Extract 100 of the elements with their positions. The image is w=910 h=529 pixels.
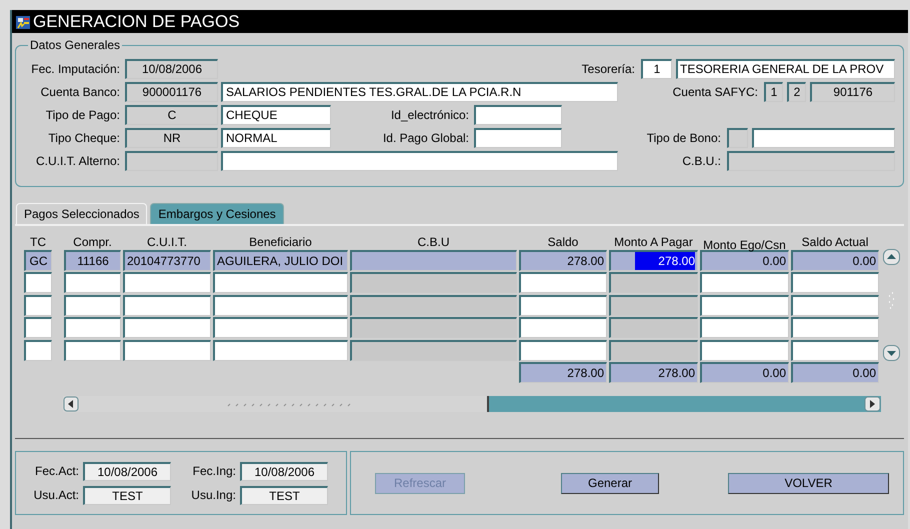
table-cell[interactable] bbox=[24, 317, 52, 338]
table-cell[interactable]: AGUILERA, JULIO DOI bbox=[213, 250, 348, 271]
table-cell[interactable] bbox=[24, 340, 52, 361]
table-cell[interactable] bbox=[519, 317, 607, 338]
text-field[interactable]: TEST bbox=[83, 486, 171, 504]
table-cell[interactable] bbox=[213, 317, 348, 338]
total-cell: 278.00 bbox=[519, 362, 607, 383]
table-cell[interactable] bbox=[609, 272, 698, 294]
text-field[interactable] bbox=[221, 150, 618, 170]
tab[interactable]: Embargos y Cesiones bbox=[150, 203, 284, 224]
table-cell[interactable] bbox=[519, 294, 607, 316]
field-label: Tipo de Bono: bbox=[646, 130, 721, 144]
text-field[interactable] bbox=[125, 150, 218, 170]
table-cell[interactable] bbox=[609, 294, 698, 316]
table-cell[interactable] bbox=[213, 294, 348, 316]
field-label: Fec.Ing: bbox=[192, 464, 236, 478]
field-label: Usu.Act: bbox=[32, 488, 79, 502]
table-cell[interactable] bbox=[350, 294, 517, 316]
text-field[interactable] bbox=[474, 104, 562, 124]
table-cell[interactable] bbox=[700, 317, 789, 338]
table-cell[interactable] bbox=[24, 294, 52, 316]
text-field[interactable]: 10/08/2006 bbox=[125, 58, 218, 78]
table-cell[interactable] bbox=[64, 294, 121, 316]
table-cell[interactable] bbox=[64, 272, 121, 294]
table-cell[interactable] bbox=[213, 272, 348, 294]
group-title: Datos Generales bbox=[28, 38, 122, 52]
table-cell[interactable]: 278.00 bbox=[609, 250, 698, 271]
table-cell[interactable] bbox=[609, 340, 698, 361]
field-label: C.U.I.T. Alterno: bbox=[34, 154, 120, 168]
table-cell[interactable] bbox=[519, 340, 607, 361]
table-cell[interactable] bbox=[700, 294, 789, 316]
column-header: Saldo bbox=[546, 235, 580, 249]
text-field[interactable]: 10/08/2006 bbox=[83, 462, 171, 480]
column-header: Monto Ego/Csn bbox=[702, 238, 787, 252]
text-field[interactable]: 10/08/2006 bbox=[240, 462, 328, 480]
table-cell[interactable] bbox=[700, 272, 789, 294]
text-field[interactable]: SALARIOS PENDIENTES TES.GRAL.DE LA PCIA.R.N bbox=[221, 82, 618, 102]
table-cell[interactable] bbox=[123, 272, 211, 294]
text-field[interactable]: NR bbox=[125, 128, 218, 148]
window-title: GENERACION DE PAGOS bbox=[33, 12, 240, 32]
field-label: Tipo Cheque: bbox=[47, 130, 120, 144]
table-cell[interactable] bbox=[791, 294, 879, 316]
table-cell[interactable]: 20104773770 bbox=[123, 250, 211, 271]
field-label: Usu.Ing: bbox=[190, 488, 236, 502]
field-label: Id_electrónico: bbox=[390, 108, 469, 122]
text-field[interactable]: 1 bbox=[641, 58, 672, 78]
table-cell[interactable] bbox=[350, 250, 517, 271]
table-cell[interactable] bbox=[24, 272, 52, 294]
table-cell[interactable] bbox=[791, 317, 879, 338]
vertical-scrollbar[interactable] bbox=[883, 249, 900, 361]
field-label: Id. Pago Global: bbox=[382, 130, 469, 144]
table-cell[interactable] bbox=[350, 272, 517, 294]
text-field[interactable]: CHEQUE bbox=[221, 104, 331, 124]
field-label: Cuenta SAFYC: bbox=[672, 84, 758, 98]
horizontal-scrollbar[interactable] bbox=[63, 396, 881, 412]
table-cell[interactable]: 0.00 bbox=[700, 250, 789, 271]
table-cell[interactable] bbox=[213, 340, 348, 361]
total-cell: 278.00 bbox=[609, 362, 698, 383]
table-cell[interactable] bbox=[791, 340, 879, 361]
action-button[interactable]: Generar bbox=[561, 472, 659, 494]
action-button[interactable]: VOLVER bbox=[728, 472, 889, 494]
table-cell[interactable]: 0.00 bbox=[791, 250, 879, 271]
text-field[interactable] bbox=[752, 128, 895, 148]
table-cell[interactable] bbox=[123, 317, 211, 338]
column-header: Compr. bbox=[72, 235, 113, 249]
table-cell[interactable] bbox=[350, 340, 517, 361]
text-field[interactable]: TEST bbox=[240, 486, 328, 504]
field-label: Fec.Act: bbox=[34, 464, 79, 478]
column-header: TC bbox=[29, 235, 47, 249]
text-field[interactable] bbox=[727, 150, 895, 170]
text-field[interactable] bbox=[474, 128, 562, 148]
text-field[interactable] bbox=[727, 128, 748, 148]
text-field[interactable]: 2 bbox=[787, 82, 806, 102]
column-header: Monto A Pagar bbox=[613, 235, 694, 249]
text-field[interactable]: TESORERIA GENERAL DE LA PROV bbox=[676, 58, 895, 78]
text-field[interactable]: C bbox=[125, 104, 218, 124]
table-cell[interactable] bbox=[700, 340, 789, 361]
field-label: Fec. Imputación: bbox=[30, 62, 120, 76]
text-field[interactable]: 900001176 bbox=[125, 82, 218, 102]
table-cell[interactable] bbox=[350, 317, 517, 338]
text-field[interactable]: 901176 bbox=[810, 82, 895, 102]
tab[interactable]: Pagos Seleccionados bbox=[16, 203, 148, 224]
table-cell[interactable] bbox=[64, 340, 121, 361]
text-field[interactable]: NORMAL bbox=[221, 128, 331, 148]
total-cell: 0.00 bbox=[791, 362, 879, 383]
table-cell[interactable] bbox=[64, 317, 121, 338]
total-cell: 0.00 bbox=[700, 362, 789, 383]
table-cell[interactable] bbox=[519, 272, 607, 294]
column-header: Beneficiario bbox=[248, 235, 313, 249]
table-cell[interactable] bbox=[791, 272, 879, 294]
text-field[interactable]: 1 bbox=[764, 82, 783, 102]
column-header: Saldo Actual bbox=[800, 235, 870, 249]
table-cell[interactable]: GC bbox=[24, 250, 52, 271]
table-cell[interactable]: 11166 bbox=[64, 250, 121, 271]
field-label: C.B.U.: bbox=[682, 154, 721, 168]
table-cell[interactable] bbox=[123, 294, 211, 316]
table-cell[interactable] bbox=[609, 317, 698, 338]
table-cell[interactable]: 278.00 bbox=[519, 250, 607, 271]
app-icon bbox=[15, 14, 31, 30]
table-cell[interactable] bbox=[123, 340, 211, 361]
